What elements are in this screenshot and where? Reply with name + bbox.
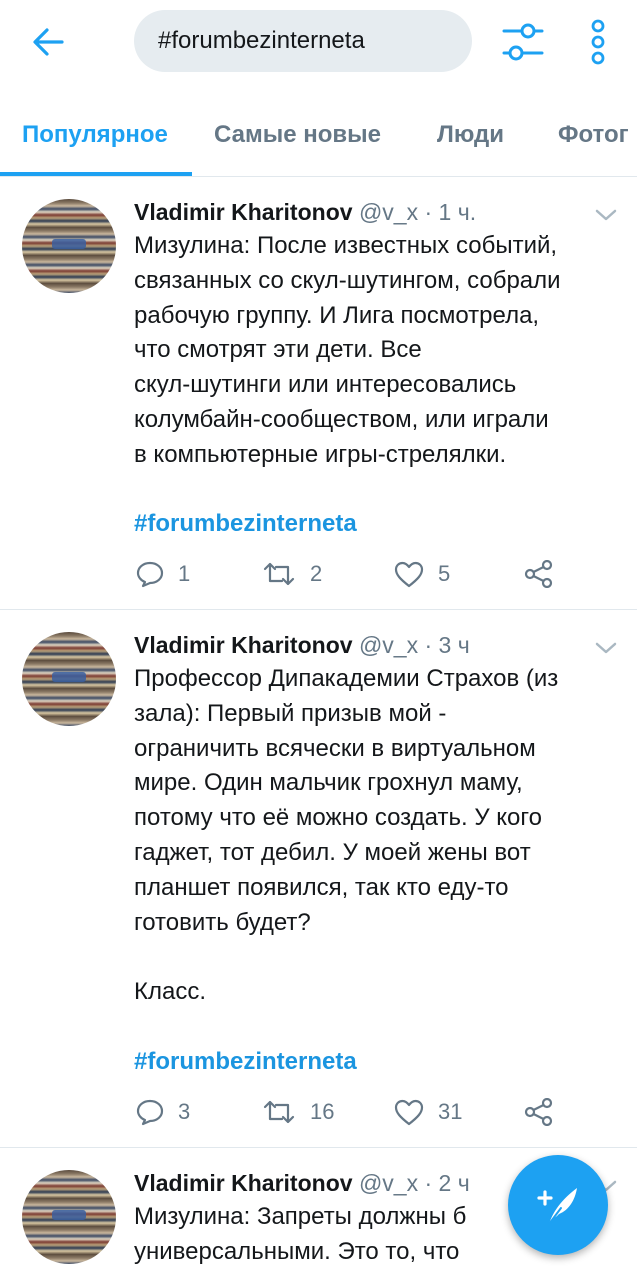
tab-popular[interactable]: Популярное bbox=[22, 88, 168, 176]
author-handle: @v_x bbox=[358, 199, 419, 225]
more-options-button[interactable] bbox=[584, 18, 612, 66]
share-button[interactable] bbox=[524, 559, 554, 589]
separator-dot: · bbox=[424, 632, 433, 658]
hashtag-link[interactable]: #forumbezinterneta bbox=[134, 1048, 357, 1076]
author-handle: @v_x bbox=[358, 1170, 419, 1196]
compose-tweet-button[interactable] bbox=[508, 1155, 608, 1255]
top-bar bbox=[0, 0, 637, 88]
separator-dot: · bbox=[424, 1170, 433, 1196]
heart-icon bbox=[394, 561, 424, 588]
retweet-icon bbox=[263, 562, 295, 586]
search-tabs: Популярное Самые новые Люди Фотог bbox=[0, 88, 637, 177]
reply-count: 1 bbox=[178, 561, 191, 586]
reply-count: 3 bbox=[178, 1099, 191, 1124]
tweet-header: Vladimir Kharitonov @v_x · 1 ч. bbox=[134, 197, 476, 227]
author-name[interactable]: Vladimir Kharitonov bbox=[134, 1170, 353, 1196]
reply-icon bbox=[136, 561, 164, 588]
compose-tweet-icon bbox=[537, 1188, 577, 1225]
tweet-header: Vladimir Kharitonov @v_x · 3 ч bbox=[134, 630, 470, 660]
search-field[interactable] bbox=[134, 10, 472, 72]
chevron-down-icon[interactable] bbox=[594, 207, 618, 223]
search-input[interactable] bbox=[156, 26, 460, 56]
tab-people[interactable]: Люди bbox=[437, 88, 504, 176]
search-filter-button[interactable] bbox=[500, 20, 546, 64]
reply-button[interactable]: 3 bbox=[136, 1097, 190, 1127]
tweet-item[interactable]: Vladimir Kharitonov @v_x · 3 ч Профессор… bbox=[0, 610, 637, 1148]
retweet-button[interactable]: 2 bbox=[262, 559, 322, 589]
arrow-left-icon bbox=[33, 28, 64, 56]
avatar[interactable] bbox=[22, 632, 116, 726]
hashtag-link[interactable]: #forumbezinterneta bbox=[134, 510, 357, 538]
reply-icon bbox=[136, 1099, 164, 1126]
tab-latest[interactable]: Самые новые bbox=[214, 88, 381, 176]
tweet-time[interactable]: 3 ч bbox=[439, 632, 470, 658]
chevron-down-icon[interactable] bbox=[594, 640, 618, 656]
back-button[interactable] bbox=[28, 22, 68, 62]
heart-icon bbox=[394, 1099, 424, 1126]
like-count: 31 bbox=[438, 1099, 463, 1124]
share-button[interactable] bbox=[524, 1097, 554, 1127]
share-icon bbox=[524, 1098, 553, 1126]
tweet-text: Профессор Дипакадемии Страхов (из зала):… bbox=[134, 665, 559, 1006]
like-button[interactable]: 5 bbox=[394, 559, 450, 589]
tab-photos[interactable]: Фотог bbox=[558, 88, 629, 176]
share-icon bbox=[524, 560, 553, 588]
author-handle: @v_x bbox=[358, 632, 419, 658]
sliders-icon bbox=[502, 23, 544, 61]
separator-dot: · bbox=[424, 199, 433, 225]
retweet-button[interactable]: 16 bbox=[262, 1097, 334, 1127]
retweet-count: 2 bbox=[310, 561, 323, 586]
more-vertical-icon bbox=[591, 19, 605, 65]
like-count: 5 bbox=[438, 561, 451, 586]
avatar[interactable] bbox=[22, 1170, 116, 1264]
active-tab-indicator bbox=[0, 172, 192, 176]
tweet-time[interactable]: 2 ч bbox=[439, 1170, 470, 1196]
tweet-header: Vladimir Kharitonov @v_x · 2 ч bbox=[134, 1168, 470, 1198]
author-name[interactable]: Vladimir Kharitonov bbox=[134, 632, 353, 658]
avatar[interactable] bbox=[22, 199, 116, 293]
reply-button[interactable]: 1 bbox=[136, 559, 190, 589]
tweet-item[interactable]: Vladimir Kharitonov @v_x · 1 ч. Мизулина… bbox=[0, 177, 637, 610]
retweet-icon bbox=[263, 1100, 295, 1124]
retweet-count: 16 bbox=[310, 1099, 335, 1124]
tweet-text: Мизулина: После известных событий, связа… bbox=[134, 232, 561, 468]
tweet-time[interactable]: 1 ч. bbox=[439, 199, 477, 225]
like-button[interactable]: 31 bbox=[394, 1097, 462, 1127]
author-name[interactable]: Vladimir Kharitonov bbox=[134, 199, 353, 225]
